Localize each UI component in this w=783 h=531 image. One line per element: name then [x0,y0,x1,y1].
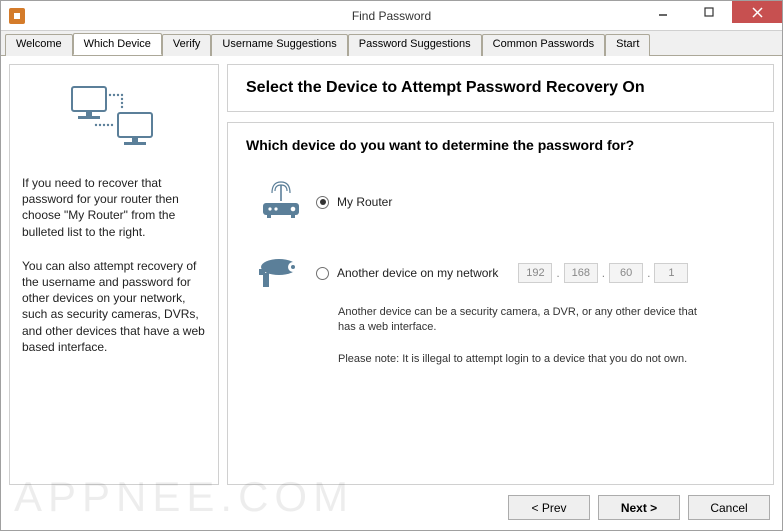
ip-dot: . [556,266,559,280]
ip-octet-1[interactable] [518,263,552,283]
radio-another-device[interactable] [316,267,329,280]
left-paragraph-1: If you need to recover that password for… [22,175,206,240]
tab-common-passwords[interactable]: Common Passwords [482,34,605,56]
radio-my-router[interactable] [316,196,329,209]
tab-verify[interactable]: Verify [162,34,212,56]
ip-octet-2[interactable] [564,263,598,283]
left-paragraph-2: You can also attempt recovery of the use… [22,258,206,355]
content-area: If you need to recover that password for… [1,56,782,530]
page-title: Select the Device to Attempt Password Re… [227,64,774,112]
titlebar: Find Password [1,1,782,31]
button-bar: < Prev Next > Cancel [9,485,774,522]
question-heading: Which device do you want to determine th… [246,137,755,153]
ip-input-group: . . . [518,263,688,283]
window-title: Find Password [1,9,782,23]
note-legal: Please note: It is illegal to attempt lo… [338,352,755,367]
right-pane: Select the Device to Attempt Password Re… [227,64,774,485]
prev-button[interactable]: < Prev [508,495,590,520]
ip-dot: . [602,266,605,280]
ip-octet-4[interactable] [654,263,688,283]
choice-my-router[interactable]: My Router [246,181,755,223]
tab-username-suggestions[interactable]: Username Suggestions [211,34,347,56]
camera-icon [246,253,316,293]
left-pane: If you need to recover that password for… [9,64,219,485]
router-icon [246,181,316,223]
split-panes: If you need to recover that password for… [9,64,774,485]
question-panel: Which device do you want to determine th… [227,122,774,485]
ip-dot: . [647,266,650,280]
label-my-router: My Router [337,195,392,209]
tab-password-suggestions[interactable]: Password Suggestions [348,34,482,56]
network-illustration-icon [64,81,164,151]
note-other-device: Another device can be a security camera,… [338,305,698,336]
choice-another-device[interactable]: Another device on my network . . . [246,253,755,293]
tab-bar: Welcome Which Device Verify Username Sug… [1,31,782,56]
next-button[interactable]: Next > [598,495,680,520]
ip-octet-3[interactable] [609,263,643,283]
tab-start[interactable]: Start [605,34,650,56]
tab-welcome[interactable]: Welcome [5,34,73,56]
cancel-button[interactable]: Cancel [688,495,770,520]
label-another-device: Another device on my network [337,266,498,280]
tab-which-device[interactable]: Which Device [73,33,162,55]
window: Find Password Welcome Which Device Verif… [0,0,783,531]
